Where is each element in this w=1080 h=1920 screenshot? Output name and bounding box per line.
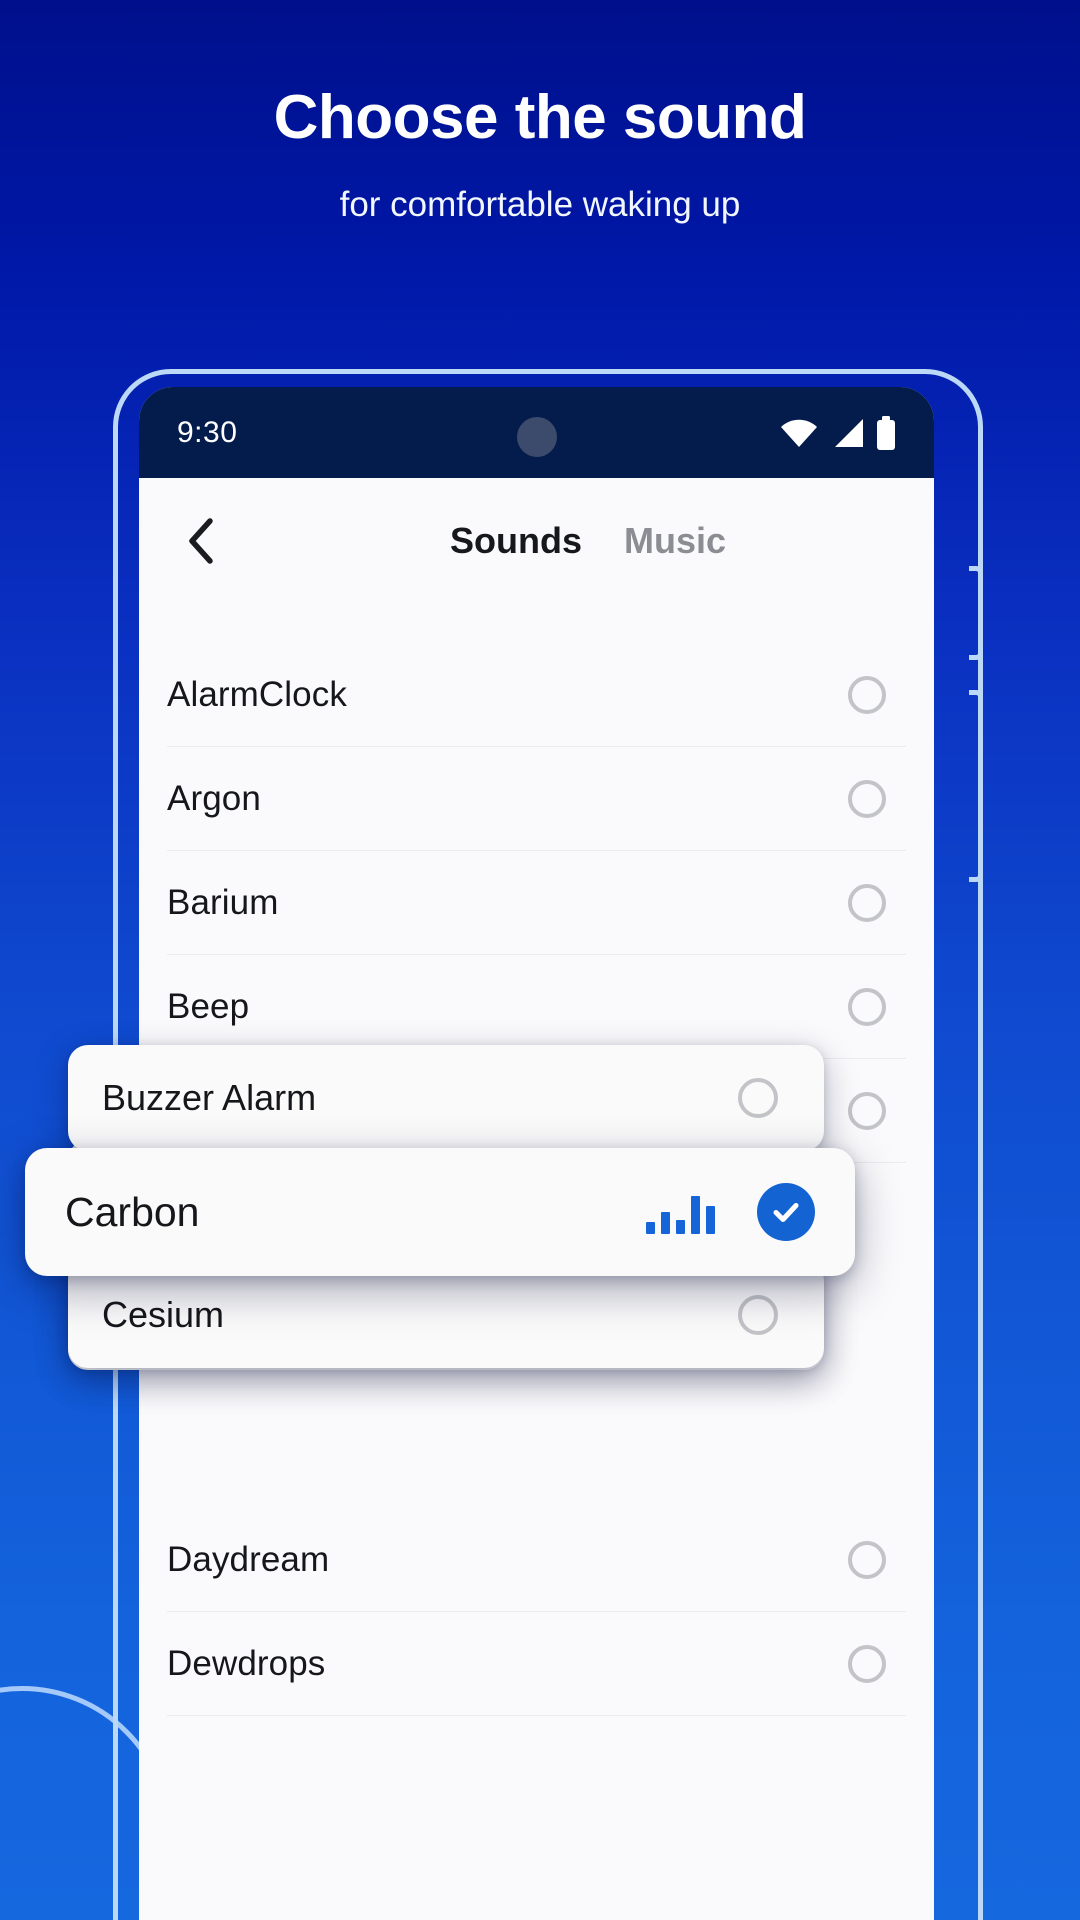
camera-notch-icon <box>516 417 557 457</box>
sound-name: Barium <box>167 882 279 922</box>
phone-side-button-upper <box>969 566 983 660</box>
checkmark-icon <box>773 1203 799 1222</box>
floating-card-carbon-selected[interactable]: Carbon <box>25 1148 855 1276</box>
signal-icon <box>835 418 863 447</box>
status-clock: 9:30 <box>177 415 238 449</box>
status-bar: 9:30 <box>139 387 934 478</box>
back-button[interactable] <box>175 514 229 568</box>
promo-screenshot: Choose the sound for comfortable waking … <box>0 0 1080 1920</box>
radio-button[interactable] <box>848 1091 886 1130</box>
list-item[interactable]: Argon <box>139 747 934 850</box>
chevron-left-icon <box>189 517 213 564</box>
list-item[interactable]: Barium <box>139 851 934 954</box>
status-icons <box>780 415 896 450</box>
list-item[interactable]: Beep <box>139 955 934 1058</box>
radio-button[interactable] <box>848 1644 886 1683</box>
radio-button[interactable] <box>738 1078 778 1118</box>
sound-name: Dewdrops <box>167 1643 326 1683</box>
app-header: Sounds Music <box>139 478 934 603</box>
sound-name: Carbon <box>65 1188 200 1235</box>
phone-side-button-lower <box>969 690 983 882</box>
equalizer-icon <box>646 1190 715 1234</box>
floating-card-buzzer-alarm[interactable]: Buzzer Alarm <box>68 1045 824 1151</box>
battery-icon <box>877 415 895 450</box>
radio-button[interactable] <box>738 1295 778 1335</box>
wifi-icon <box>781 419 817 447</box>
radio-button[interactable] <box>848 779 886 818</box>
sound-name: Beep <box>167 986 250 1026</box>
list-item[interactable]: Daydream <box>139 1508 934 1611</box>
radio-button[interactable] <box>848 1540 886 1579</box>
list-item[interactable]: Dewdrops <box>139 1612 934 1715</box>
list-item[interactable]: AlarmClock <box>139 643 934 746</box>
sound-name: Buzzer Alarm <box>102 1077 317 1118</box>
tab-sounds[interactable]: Sounds <box>450 520 582 562</box>
radio-button[interactable] <box>848 675 886 714</box>
radio-button[interactable] <box>848 987 886 1026</box>
divider <box>167 1715 906 1716</box>
tab-music[interactable]: Music <box>624 520 726 562</box>
page-title: Choose the sound <box>273 83 807 152</box>
sound-name: Argon <box>167 778 261 818</box>
sound-name: AlarmClock <box>167 674 347 714</box>
sound-name: Cesium <box>102 1294 225 1335</box>
page-subtitle: for comfortable waking up <box>339 185 741 224</box>
selected-check-icon[interactable] <box>757 1183 815 1241</box>
floating-card-cesium[interactable]: Cesium <box>68 1262 824 1368</box>
sound-name: Daydream <box>167 1539 330 1579</box>
radio-button[interactable] <box>848 883 886 922</box>
